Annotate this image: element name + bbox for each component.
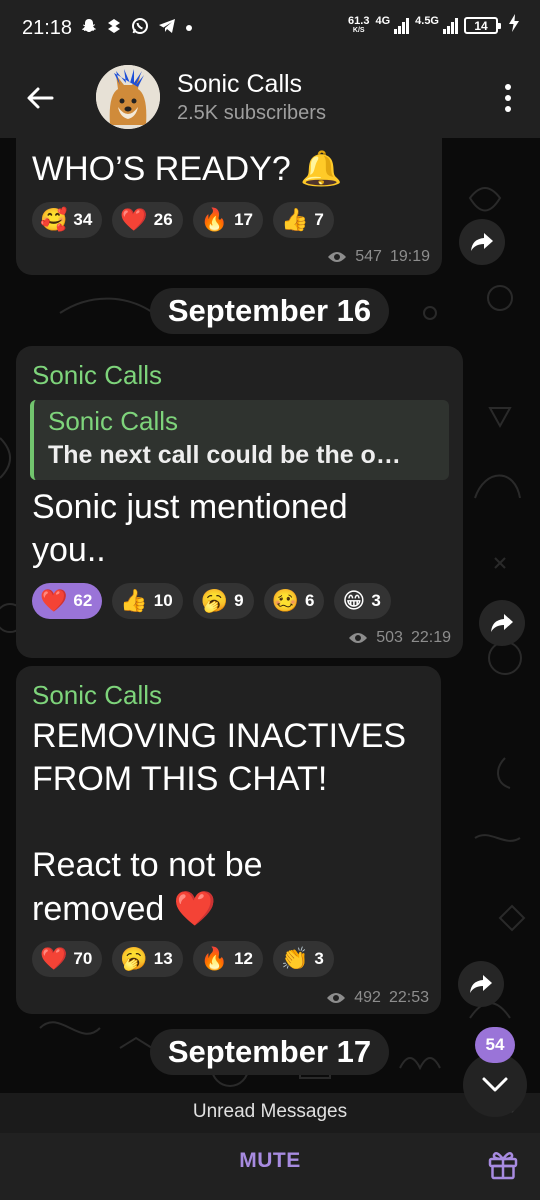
smiling-face-hearts-icon: 🥰 [40, 207, 68, 232]
gift-button[interactable] [486, 1147, 520, 1181]
network-speed: 61.3 K/S [348, 14, 370, 34]
charging-icon [508, 14, 520, 37]
reaction-chip[interactable]: 🔥 12 [192, 941, 263, 977]
arrow-left-icon [27, 87, 54, 109]
mute-button[interactable]: MUTE [170, 1149, 370, 1173]
back-button[interactable] [20, 78, 60, 118]
message-time: 22:19 [410, 629, 451, 646]
dot-icon [505, 84, 511, 90]
message-meta: 492 22:53 [326, 989, 429, 1007]
reaction-chip[interactable]: 👍 10 [112, 583, 183, 619]
signal-icon-2 [443, 17, 458, 34]
quote-sender: Sonic Calls [48, 406, 179, 436]
reaction-chip[interactable]: ❤️ 70 [32, 941, 103, 977]
telegram-icon [158, 18, 176, 39]
message-meta: 503 22:19 [348, 629, 451, 647]
gift-icon [488, 1151, 518, 1180]
share-arrow-icon [471, 233, 493, 251]
reactions-row: ❤️ 70 🥱 13 🔥 12 👏 3 [32, 941, 334, 977]
dot-icon [185, 19, 193, 37]
unread-messages-bar[interactable]: Unread Messages [0, 1093, 540, 1133]
woozy-face-icon: 🥴 [271, 588, 299, 613]
reaction-chip-selected[interactable]: ❤️ 62 [32, 583, 103, 619]
more-options-button[interactable] [498, 80, 518, 116]
unread-count-badge: 54 [475, 1027, 515, 1063]
forward-button[interactable] [458, 961, 504, 1007]
reaction-chip[interactable]: 🥱 9 [192, 583, 254, 619]
message-bubble[interactable]: Sonic Calls Sonic Calls The next call co… [16, 346, 463, 658]
share-arrow-icon [470, 975, 492, 993]
message-time: 19:19 [389, 248, 430, 265]
reaction-chip[interactable]: 😁 3 [334, 583, 391, 619]
snapchat-icon [81, 18, 97, 39]
status-bar: 21:18 61.3 K/S 4G 4.5G 14 [0, 0, 540, 56]
message-text-line: removed ❤️ [32, 890, 217, 928]
yawning-face-icon: 🥱 [200, 588, 229, 613]
message-bubble[interactable]: WHO’S READY? 🔔 🥰 34 ❤️ 26 🔥 17 👍 7 547 19:19 [16, 138, 442, 275]
thumbs-up-icon: 👍 [280, 207, 309, 232]
dropbox-icon [106, 18, 122, 38]
view-count: 547 [355, 248, 382, 265]
quote-text: The next call could be the o… [48, 441, 401, 469]
reaction-chip[interactable]: 🥱 13 [112, 941, 183, 977]
status-time: 21:18 [22, 16, 73, 39]
message-bubble[interactable]: Sonic Calls REMOVING INACTIVES FROM THIS… [16, 666, 441, 1014]
view-count: 492 [354, 989, 381, 1006]
reply-quote[interactable]: Sonic Calls The next call could be the o… [30, 400, 449, 480]
dot-icon [505, 95, 511, 101]
reaction-chip[interactable]: 👍 7 [272, 202, 334, 238]
eye-icon [328, 252, 347, 262]
reaction-chip[interactable]: 🥴 6 [263, 583, 325, 619]
message-text-line: Sonic just mentioned [32, 488, 348, 526]
sender-name[interactable]: Sonic Calls [32, 680, 162, 711]
bottom-bar: MUTE [0, 1133, 540, 1200]
channel-avatar[interactable] [96, 65, 160, 129]
yawning-face-icon: 🥱 [120, 946, 148, 971]
whatsapp-icon [131, 17, 149, 40]
network-type-2: 4.5G [415, 14, 439, 27]
eye-icon [349, 633, 368, 643]
heart-icon: ❤️ [40, 946, 68, 971]
reaction-chip[interactable]: 🥰 34 [32, 202, 103, 238]
message-text-line: REMOVING INACTIVES [32, 717, 407, 755]
date-separator: September 17 [150, 1029, 389, 1075]
clapping-hands-icon: 👏 [280, 946, 309, 971]
chat-header: Sonic Calls 2.5K subscribers [0, 56, 540, 138]
forward-button[interactable] [459, 219, 505, 265]
heart-icon: ❤️ [120, 207, 148, 232]
eye-icon [327, 993, 346, 1003]
thumbs-up-icon: 👍 [120, 588, 148, 613]
sender-name[interactable]: Sonic Calls [32, 360, 162, 391]
channel-title[interactable]: Sonic Calls [177, 70, 302, 99]
reaction-chip[interactable]: 🔥 17 [192, 202, 263, 238]
reaction-chip[interactable]: ❤️ 26 [112, 202, 183, 238]
message-text: WHO’S READY? 🔔 [32, 150, 343, 188]
dot-icon [505, 106, 511, 112]
reaction-chip[interactable]: 👏 3 [272, 941, 334, 977]
message-text-line: FROM THIS CHAT! [32, 760, 328, 798]
signal-icon [394, 17, 410, 34]
forward-button[interactable] [479, 600, 525, 646]
message-text-line: you.. [32, 531, 106, 569]
network-type-1: 4G [375, 14, 391, 27]
date-separator: September 16 [150, 288, 389, 334]
heart-icon: ❤️ [40, 588, 68, 613]
view-count: 503 [376, 629, 403, 646]
battery-icon: 14 [464, 17, 501, 34]
unread-messages-label: Unread Messages [192, 1101, 348, 1122]
reactions-row: ❤️ 62 👍 10 🥱 9 🥴 6 😁 3 [32, 583, 391, 619]
message-list[interactable]: WHO’S READY? 🔔 🥰 34 ❤️ 26 🔥 17 👍 7 547 19:19… [0, 138, 540, 1093]
chevron-down-icon [482, 1077, 508, 1092]
message-text-line: React to not be [32, 846, 263, 884]
fire-icon: 🔥 [200, 946, 229, 971]
fire-icon: 🔥 [200, 207, 229, 232]
reactions-row: 🥰 34 ❤️ 26 🔥 17 👍 7 [32, 202, 334, 238]
share-arrow-icon [491, 614, 513, 632]
channel-subscribers: 2.5K subscribers [177, 102, 326, 124]
message-meta: 547 19:19 [327, 248, 430, 266]
message-time: 22:53 [388, 989, 429, 1006]
grinning-face-icon: 😁 [342, 588, 366, 613]
